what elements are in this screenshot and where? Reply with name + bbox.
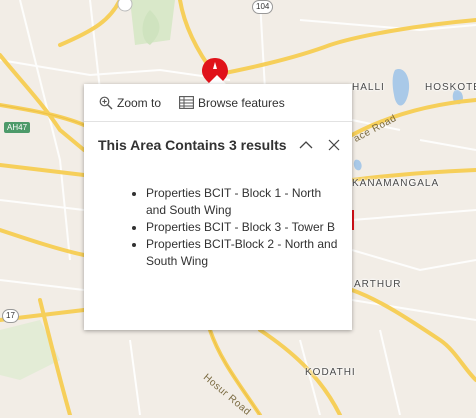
close-button[interactable] (326, 137, 342, 153)
road-shield-104: 104 (252, 0, 274, 14)
browse-features-button[interactable]: Browse features (179, 96, 285, 110)
popup-header: This Area Contains 3 results (84, 122, 352, 155)
zoom-to-button[interactable]: Zoom to (99, 96, 161, 110)
feature-popup: Zoom to Browse features This Area Contai… (84, 84, 352, 330)
results-list: Properties BCIT - Block 1 - North and So… (84, 185, 352, 270)
chevron-up-icon (299, 141, 313, 149)
browse-features-label: Browse features (198, 95, 285, 110)
table-icon (179, 96, 194, 109)
map-label-halli: HALLI (352, 82, 385, 93)
map-label-kodathi: KODATHI (305, 367, 356, 378)
popup-title: This Area Contains 3 results (98, 137, 287, 153)
zoom-to-label: Zoom to (117, 95, 162, 110)
list-item[interactable]: Properties BCIT-Block 2 - North and Sout… (146, 236, 352, 270)
list-item[interactable]: Properties BCIT - Block 3 - Tower B (146, 219, 352, 236)
map-marker-circle (117, 0, 133, 12)
map-label-arthur: ARTHUR (354, 279, 402, 290)
popup-actions-bar: Zoom to Browse features (84, 84, 352, 122)
list-item[interactable]: Properties BCIT - Block 1 - North and So… (146, 185, 352, 219)
collapse-button[interactable] (298, 137, 314, 153)
zoom-in-icon (99, 96, 113, 109)
road-shield-17: 17 (2, 309, 19, 323)
close-icon (328, 139, 340, 151)
popup-header-buttons (298, 134, 342, 155)
road-shield-ah47: AH47 (4, 122, 31, 133)
map-label-kanamangala: KANAMANGALA (352, 178, 440, 189)
map-label-hoskote: HOSKOTE (425, 82, 476, 93)
